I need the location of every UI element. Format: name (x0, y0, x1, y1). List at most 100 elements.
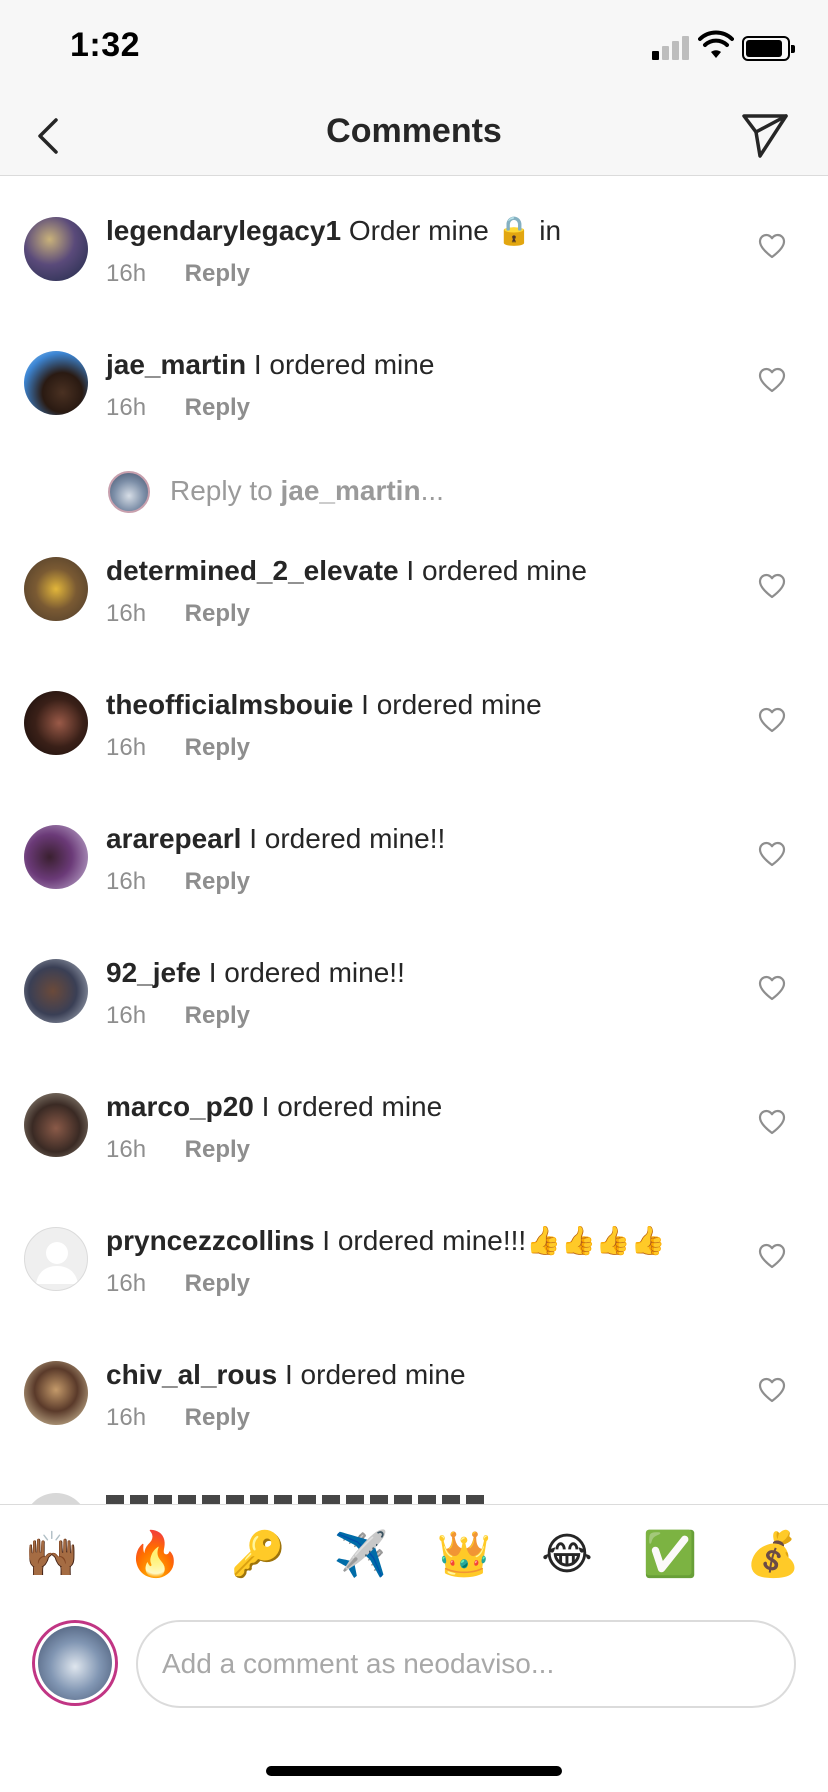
page-title: Comments (326, 112, 502, 150)
comment-username[interactable]: marco_p20 (106, 1091, 254, 1122)
reply-button[interactable]: Reply (185, 868, 250, 895)
person-silhouette-icon (36, 1242, 78, 1284)
fire-emoji[interactable]: 🔥 (127, 1527, 183, 1583)
heart-icon[interactable] (758, 1377, 786, 1403)
comment-body: jae_martin I ordered mine 16h Reply (106, 347, 736, 423)
comment-item: theofficialmsbouie I ordered mine 16h Re… (0, 651, 828, 785)
avatar[interactable] (24, 351, 88, 415)
comment-timestamp: 16h (106, 734, 147, 761)
reply-button[interactable]: Reply (185, 1002, 250, 1029)
comment-item: chiv_al_rous I ordered mine 16h Reply (0, 1321, 828, 1455)
heart-icon[interactable] (758, 573, 786, 599)
comment-text: theofficialmsbouie I ordered mine (106, 687, 736, 723)
comment-item: 92_jefe I ordered mine!! 16h Reply (0, 919, 828, 1053)
comment-timestamp: 16h (106, 600, 147, 627)
reply-to-username: jae_martin (280, 475, 421, 506)
cellular-signal-icon (652, 34, 690, 60)
comment-message: I ordered mine (261, 1091, 443, 1122)
comment-message-end: in (531, 215, 562, 246)
comment-username[interactable]: ararepearl (106, 823, 241, 854)
reply-button[interactable]: Reply (185, 1136, 250, 1163)
avatar[interactable] (24, 1093, 88, 1157)
comment-timestamp: 16h (106, 1136, 147, 1163)
comment-body: chiv_al_rous I ordered mine 16h Reply (106, 1357, 736, 1433)
avatar[interactable] (24, 959, 88, 1023)
heart-icon[interactable] (758, 707, 786, 733)
comment-list: legendarylegacy1 Order mine 🔒 in 16h Rep… (0, 177, 828, 1504)
comment-text: determined_2_elevate I ordered mine (106, 553, 736, 589)
comment-meta: 16h Reply (106, 1001, 736, 1031)
heart-icon[interactable] (758, 1243, 786, 1269)
comment-body: determined_2_elevate I ordered mine 16h … (106, 553, 736, 629)
comment-username[interactable]: theofficialmsbouie (106, 689, 353, 720)
money-bag-emoji[interactable]: 💰 (745, 1527, 801, 1583)
avatar (24, 1493, 88, 1504)
avatar[interactable] (24, 217, 88, 281)
comment-item: legendarylegacy1 Order mine 🔒 in 16h Rep… (0, 177, 828, 311)
comment-body: pryncezzcollins I ordered mine!!!👍👍👍👍 16… (106, 1223, 736, 1299)
comment-timestamp: 16h (106, 1404, 147, 1431)
comment-timestamp: 16h (106, 260, 147, 287)
comment-message: I ordered mine!! (249, 823, 446, 854)
comment-input[interactable] (136, 1620, 796, 1708)
comment-timestamp: 16h (106, 868, 147, 895)
comment-username[interactable]: 92_jefe (106, 957, 201, 988)
status-bar: 1:32 (0, 0, 828, 100)
comment-meta: 16h Reply (106, 1135, 736, 1165)
comment-timestamp: 16h (106, 1270, 147, 1297)
comment-timestamp: 16h (106, 394, 147, 421)
reply-button[interactable]: Reply (185, 260, 250, 287)
key-emoji[interactable]: 🔑 (230, 1527, 286, 1583)
default-avatar-icon[interactable] (24, 1227, 88, 1291)
comment-message: I ordered mine (406, 555, 587, 586)
comment-username[interactable]: legendarylegacy1 (106, 215, 341, 246)
reply-button[interactable]: Reply (185, 734, 250, 761)
comment-username[interactable]: determined_2_elevate (106, 555, 399, 586)
comment-message: I ordered mine (284, 1359, 466, 1390)
comment-meta: 16h Reply (106, 393, 736, 423)
heart-icon[interactable] (758, 367, 786, 393)
crown-emoji[interactable]: 👑 (436, 1527, 492, 1583)
comment-message: Order mine (348, 215, 497, 246)
battery-icon (742, 36, 795, 61)
emoji-quick-bar: 🙌🏾 🔥 🔑 ✈️ 👑 😂 ✅ 💰 (0, 1504, 828, 1608)
heart-icon[interactable] (758, 975, 786, 1001)
avatar (108, 471, 150, 513)
paper-plane-icon[interactable] (736, 104, 792, 160)
home-indicator[interactable] (266, 1766, 562, 1776)
avatar[interactable] (24, 1361, 88, 1425)
raising-hands-emoji[interactable]: 🙌🏾 (24, 1527, 80, 1583)
comment-username[interactable]: chiv_al_rous (106, 1359, 277, 1390)
avatar[interactable] (24, 691, 88, 755)
comment-text: pryncezzcollins I ordered mine!!!👍👍👍👍 (106, 1223, 736, 1259)
avatar[interactable] (24, 557, 88, 621)
comment-text: ararepearl I ordered mine!! (106, 821, 736, 857)
heart-icon[interactable] (758, 1109, 786, 1135)
reply-button[interactable]: Reply (185, 394, 250, 421)
comment-username[interactable]: pryncezzcollins (106, 1225, 315, 1256)
comment-body: theofficialmsbouie I ordered mine 16h Re… (106, 687, 736, 763)
comment-message: I ordered mine!! (208, 957, 405, 988)
comment-timestamp: 16h (106, 1002, 147, 1029)
status-time: 1:32 (70, 26, 141, 64)
comment-item: marco_p20 I ordered mine 16h Reply (0, 1053, 828, 1187)
heart-icon[interactable] (758, 841, 786, 867)
tears-of-joy-emoji[interactable]: 😂 (539, 1527, 595, 1583)
comment-body: ararepearl I ordered mine!! 16h Reply (106, 821, 736, 897)
reply-button[interactable]: Reply (185, 600, 250, 627)
comment-body: 92_jefe I ordered mine!! 16h Reply (106, 955, 736, 1031)
avatar[interactable] (32, 1620, 118, 1706)
comment-username[interactable]: jae_martin (106, 349, 246, 380)
comment-text: legendarylegacy1 Order mine 🔒 in (106, 213, 736, 249)
avatar[interactable] (24, 825, 88, 889)
comment-item: jae_martin I ordered mine 16h Reply (0, 311, 828, 445)
reply-button[interactable]: Reply (185, 1404, 250, 1431)
wifi-icon (698, 30, 734, 58)
lock-emoji: 🔒 (496, 215, 532, 246)
heart-icon[interactable] (758, 233, 786, 259)
comment-text: chiv_al_rous I ordered mine (106, 1357, 736, 1393)
check-mark-emoji[interactable]: ✅ (642, 1527, 698, 1583)
reply-button[interactable]: Reply (185, 1270, 250, 1297)
comment-meta: 16h Reply (106, 259, 736, 289)
airplane-emoji[interactable]: ✈️ (333, 1527, 389, 1583)
